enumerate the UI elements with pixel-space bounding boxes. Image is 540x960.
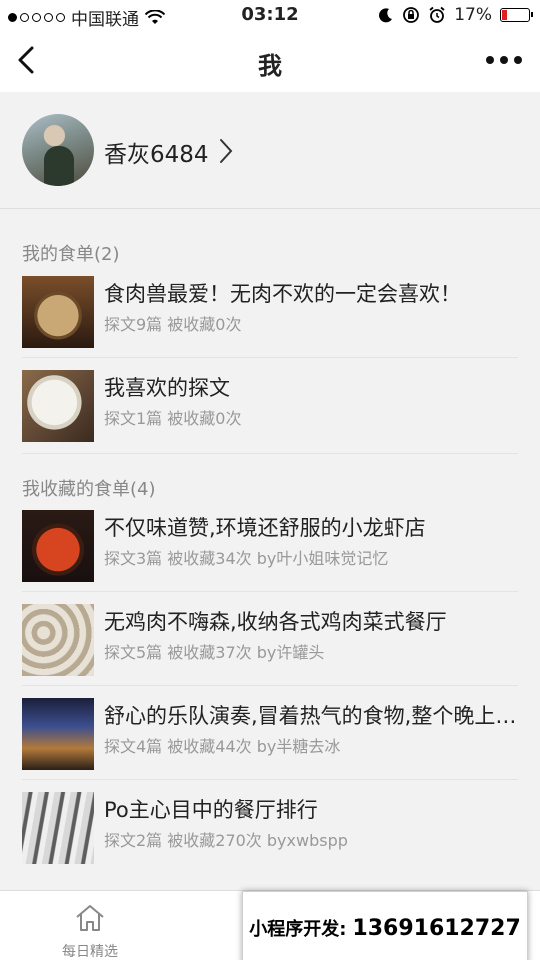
list-meta: 探文4篇 被收藏44次 by半糖去冰 bbox=[104, 737, 341, 756]
list-title: 不仅味道赞,环境还舒服的小龙虾店 bbox=[104, 516, 426, 540]
list-meta: 探文9篇 被收藏0次 bbox=[104, 315, 242, 334]
list-thumbnail bbox=[22, 370, 94, 442]
promo-phone: 13691612727 bbox=[352, 915, 521, 941]
list-item[interactable]: 食肉兽最爱！无肉不欢的一定会喜欢！ 探文9篇 被收藏0次 bbox=[22, 264, 518, 358]
status-bar: 中国联通 03:12 17% bbox=[0, 0, 540, 30]
tab-label: 每日精选 bbox=[62, 944, 118, 960]
list-item[interactable]: 无鸡肉不嗨森,收纳各式鸡肉菜式餐厅 探文5篇 被收藏37次 by许罐头 bbox=[22, 592, 518, 686]
list-meta: 探文2篇 被收藏270次 byxwbspp bbox=[104, 831, 348, 850]
list-thumbnail bbox=[22, 510, 94, 582]
list-thumbnail bbox=[22, 792, 94, 864]
my-lists-header: 我的食单(2) bbox=[22, 244, 120, 265]
home-icon bbox=[76, 905, 104, 931]
moon-icon bbox=[379, 8, 393, 23]
nav-bar: 我 bbox=[0, 30, 540, 92]
list-thumbnail bbox=[22, 276, 94, 348]
list-meta: 探文1篇 被收藏0次 bbox=[104, 409, 242, 428]
list-meta: 探文5篇 被收藏37次 by许罐头 bbox=[104, 643, 325, 662]
divider bbox=[22, 453, 518, 454]
list-title: 无鸡肉不嗨森,收纳各式鸡肉菜式餐厅 bbox=[104, 610, 447, 634]
orientation-lock-icon bbox=[403, 7, 420, 23]
promo-banner[interactable]: 小程序开发: 13691612727 bbox=[242, 891, 528, 960]
list-title: Po主心目中的餐厅排行 bbox=[104, 798, 318, 822]
chevron-right-icon bbox=[220, 139, 233, 163]
avatar[interactable] bbox=[22, 114, 94, 186]
list-item[interactable]: 舒心的乐队演奏,冒着热气的食物,整个晚上都很愉快 探文4篇 被收藏44次 by半… bbox=[22, 686, 518, 780]
page-title: 我 bbox=[258, 52, 282, 80]
list-thumbnail bbox=[22, 604, 94, 676]
list-meta: 探文3篇 被收藏34次 by叶小姐味觉记忆 bbox=[104, 549, 389, 568]
list-item[interactable]: 我喜欢的探文 探文1篇 被收藏0次 bbox=[22, 358, 518, 452]
list-thumbnail bbox=[22, 698, 94, 770]
alarm-icon bbox=[429, 6, 445, 23]
promo-label: 小程序开发: bbox=[249, 919, 347, 940]
battery-icon bbox=[500, 8, 533, 22]
list-title: 舒心的乐队演奏,冒着热气的食物,整个晚上都很愉快 bbox=[104, 704, 518, 728]
status-icons: 17% bbox=[378, 5, 533, 25]
tab-daily-picks[interactable]: 每日精选 bbox=[50, 903, 130, 960]
list-title: 我喜欢的探文 bbox=[104, 376, 230, 400]
tab-bar: 每日精选 小程序开发: 13691612727 bbox=[0, 890, 540, 960]
content: 我的食单(2) 食肉兽最爱！无肉不欢的一定会喜欢！ 探文9篇 被收藏0次 我喜欢… bbox=[0, 210, 540, 890]
battery-percent: 17% bbox=[454, 5, 492, 25]
profile-row[interactable]: 香灰6484 bbox=[0, 92, 540, 209]
more-icon[interactable] bbox=[486, 56, 522, 64]
profile-name: 香灰6484 bbox=[104, 142, 209, 168]
list-item[interactable]: 不仅味道赞,环境还舒服的小龙虾店 探文3篇 被收藏34次 by叶小姐味觉记忆 bbox=[22, 498, 518, 592]
list-title: 食肉兽最爱！无肉不欢的一定会喜欢！ bbox=[104, 282, 461, 306]
list-item[interactable]: Po主心目中的餐厅排行 探文2篇 被收藏270次 byxwbspp bbox=[22, 780, 518, 874]
